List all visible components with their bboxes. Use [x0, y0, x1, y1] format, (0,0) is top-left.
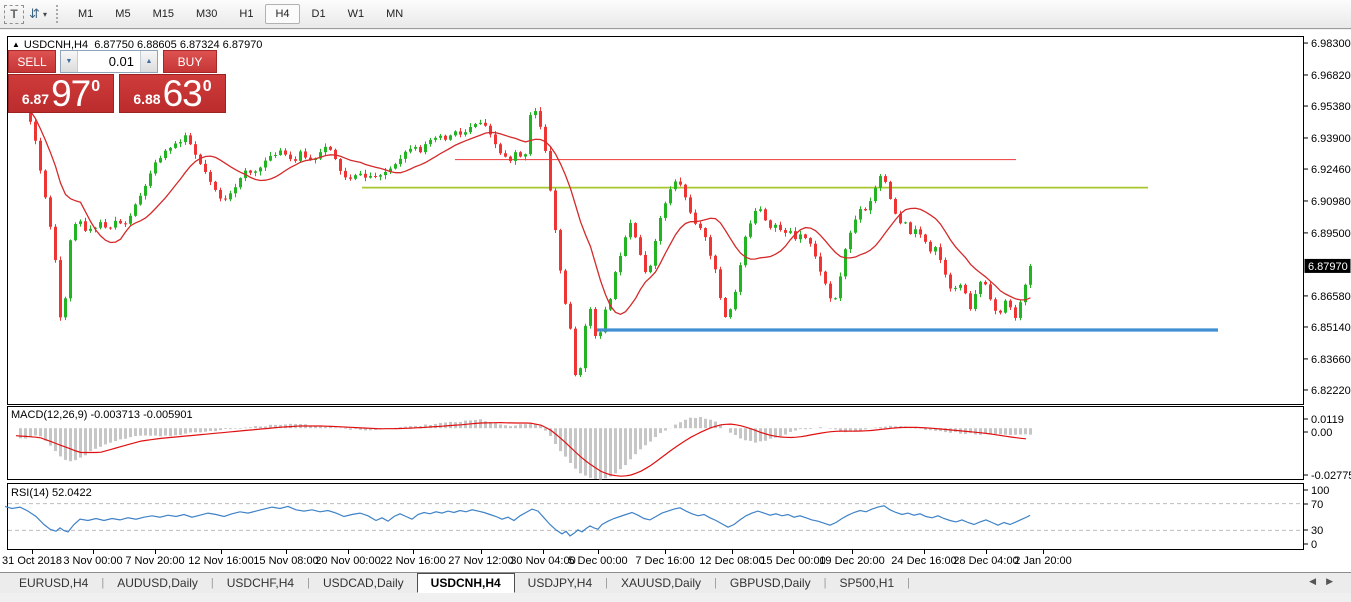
svg-text:0.00: 0.00: [1311, 427, 1332, 439]
buy-button[interactable]: BUY: [163, 50, 217, 73]
svg-text:6.90980: 6.90980: [1311, 196, 1351, 208]
time-axis: 31 Oct 20183 Nov 00:007 Nov 20:00 12 Nov …: [2, 550, 1072, 567]
tab-scroll-right[interactable]: ▶: [1326, 576, 1343, 586]
svg-text:6.85140: 6.85140: [1311, 322, 1351, 334]
one-click-trading-panel: SELL ▼ ▲ BUY 6.87970 6.88630: [8, 50, 226, 113]
svg-text:15 Nov 08:00: 15 Nov 08:00: [253, 555, 318, 567]
timeframe-button-h4[interactable]: H4: [265, 4, 299, 24]
text-tool-icon[interactable]: T: [4, 5, 24, 24]
volume-input[interactable]: [78, 51, 140, 72]
volume-decrease-button[interactable]: ▼: [61, 51, 78, 72]
svg-text:5 Dec 00:00: 5 Dec 00:00: [568, 555, 627, 567]
svg-text:6.83660: 6.83660: [1311, 354, 1351, 366]
svg-text:0.0119: 0.0119: [1311, 414, 1344, 426]
svg-text:6.96820: 6.96820: [1311, 70, 1351, 82]
svg-text:6.87970: 6.87970: [1308, 261, 1348, 273]
rsi-label: RSI(14) 52.0422: [11, 487, 92, 499]
svg-text:7 Dec 16:00: 7 Dec 16:00: [635, 555, 694, 567]
tab-usdjpy-h4[interactable]: USDJPY,H4: [515, 573, 605, 593]
svg-text:6.95380: 6.95380: [1311, 101, 1351, 113]
sell-button[interactable]: SELL: [8, 50, 56, 73]
triangle-up-icon: ▲: [12, 40, 20, 49]
buy-price-point: 0: [203, 78, 212, 96]
svg-text:12 Nov 16:00: 12 Nov 16:00: [188, 555, 253, 567]
tab-gbpusd-daily[interactable]: GBPUSD,Daily: [717, 573, 824, 593]
toolbar-separator: [56, 5, 62, 23]
timeframe-button-w1[interactable]: W1: [338, 4, 375, 24]
chevron-down-icon: ▾: [43, 10, 47, 19]
timeframe-button-d1[interactable]: D1: [302, 4, 336, 24]
sell-price-point: 0: [91, 78, 100, 96]
svg-text:70: 70: [1311, 499, 1323, 511]
double-arrow-icon[interactable]: ⇵▾: [28, 4, 48, 24]
tab-sp500-h1[interactable]: SP500,H1: [826, 573, 907, 593]
sell-price-pips: 97: [51, 77, 90, 111]
svg-text:19 Dec 20:00: 19 Dec 20:00: [819, 555, 884, 567]
svg-text:24 Dec 16:00: 24 Dec 16:00: [891, 555, 956, 567]
timeframe-button-m5[interactable]: M5: [105, 4, 140, 24]
svg-text:31 Oct 2018: 31 Oct 2018: [2, 555, 62, 567]
status-strip: [0, 593, 1351, 602]
tab-usdcnh-h4[interactable]: USDCNH,H4: [417, 573, 515, 593]
buy-price-pips: 63: [163, 77, 202, 111]
tab-usdchf-h4[interactable]: USDCHF,H4: [214, 573, 307, 593]
svg-text:22 Nov 16:00: 22 Nov 16:00: [380, 555, 445, 567]
timeframe-button-h1[interactable]: H1: [229, 4, 263, 24]
svg-text:7 Nov 20:00: 7 Nov 20:00: [125, 555, 184, 567]
price-axis: 6.98300 6.96820 6.95380 6.93900 6.92460 6.909…: [1304, 38, 1351, 551]
svg-text:-0.027754: -0.027754: [1311, 470, 1351, 482]
svg-text:15 Dec 00:00: 15 Dec 00:00: [760, 555, 825, 567]
buy-price-tile[interactable]: 6.88630: [119, 74, 226, 113]
svg-text:20 Nov 00:00: 20 Nov 00:00: [315, 555, 380, 567]
tab-eurusd-h4[interactable]: EURUSD,H4: [6, 573, 101, 593]
timeframe-button-mn[interactable]: MN: [376, 4, 413, 24]
svg-text:30 Nov 04:00: 30 Nov 04:00: [510, 555, 575, 567]
tab-separator: |: [907, 573, 910, 593]
svg-text:3 Nov 00:00: 3 Nov 00:00: [63, 555, 122, 567]
timeframe-toolbar: M1M5M15M30H1H4D1W1MN: [68, 0, 415, 28]
tab-usdcad-daily[interactable]: USDCAD,Daily: [310, 573, 417, 593]
mt4-window: 6.98300 6.96820 6.95380 6.93900 6.92460 6.909…: [0, 0, 1351, 602]
tab-scroll-arrows: ◀▶: [1309, 576, 1343, 587]
timeframe-button-m15[interactable]: M15: [143, 4, 184, 24]
sell-price-tile[interactable]: 6.87970: [8, 74, 114, 113]
svg-text:27 Nov 12:00: 27 Nov 12:00: [448, 555, 513, 567]
svg-text:6.98300: 6.98300: [1311, 38, 1351, 50]
macd-label: MACD(12,26,9) -0.003713 -0.005901: [11, 409, 193, 421]
tab-scroll-left[interactable]: ◀: [1309, 576, 1326, 586]
svg-text:6.92460: 6.92460: [1311, 164, 1351, 176]
svg-text:0: 0: [1311, 539, 1317, 551]
svg-text:6.93900: 6.93900: [1311, 133, 1351, 145]
svg-text:6.82220: 6.82220: [1311, 385, 1351, 397]
buy-price-base: 6.88: [133, 91, 160, 107]
svg-text:30: 30: [1311, 525, 1323, 537]
tab-audusd-daily[interactable]: AUDUSD,Daily: [104, 573, 211, 593]
tab-xauusd-daily[interactable]: XAUUSD,Daily: [608, 573, 714, 593]
svg-text:2 Jan 20:00: 2 Jan 20:00: [1014, 555, 1072, 567]
symbol-tabbar: EURUSD,H4|AUDUSD,Daily|USDCHF,H4|USDCAD,…: [0, 572, 1351, 593]
timeframe-button-m30[interactable]: M30: [186, 4, 227, 24]
panel-frames: [8, 37, 1304, 550]
sell-price-base: 6.87: [22, 91, 49, 107]
svg-text:100: 100: [1311, 485, 1329, 497]
svg-text:28 Dec 04:00: 28 Dec 04:00: [953, 555, 1018, 567]
text-tool-glyph: T: [10, 7, 17, 21]
svg-text:6.89500: 6.89500: [1311, 228, 1351, 240]
svg-text:12 Dec 08:00: 12 Dec 08:00: [699, 555, 764, 567]
top-toolbar: T ⇵▾ M1M5M15M30H1H4D1W1MN: [0, 0, 1351, 29]
svg-text:6.86580: 6.86580: [1311, 291, 1351, 303]
volume-stepper: ▼ ▲: [60, 50, 158, 73]
volume-increase-button[interactable]: ▲: [140, 51, 157, 72]
timeframe-button-m1[interactable]: M1: [68, 4, 103, 24]
